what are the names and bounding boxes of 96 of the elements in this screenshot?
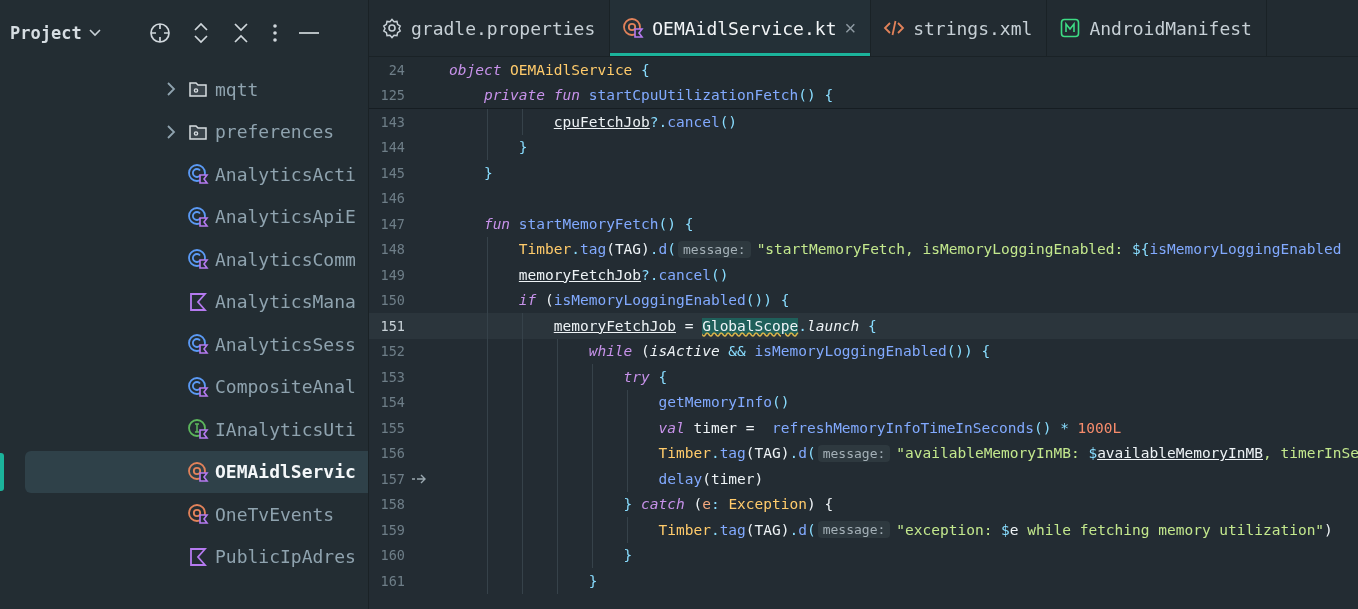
line-number: 151 bbox=[379, 317, 405, 334]
tree-item-label: AnalyticsSess bbox=[215, 333, 356, 355]
locate-button[interactable] bbox=[147, 21, 172, 45]
class-icon bbox=[187, 248, 209, 271]
tree-item-label: IAnalyticsUti bbox=[215, 418, 356, 440]
code-line: cpuFetchJob?.cancel() bbox=[449, 109, 738, 135]
tree-item[interactable]: AnalyticsComm bbox=[25, 238, 368, 281]
kotlin-file-icon bbox=[187, 545, 209, 568]
parameter-hint: message: bbox=[678, 240, 751, 258]
code-line: Timber.tag(TAG).d( message: "exception: $e while fetching memory utilization") bbox=[449, 517, 1333, 543]
chevron-right-icon bbox=[165, 81, 177, 98]
line-number: 155 bbox=[379, 419, 405, 436]
editor-tab[interactable]: AndroidManifest bbox=[1047, 0, 1267, 56]
line-number: 24 bbox=[387, 61, 405, 78]
tree-item-label: mqtt bbox=[215, 78, 259, 100]
code-line: } bbox=[482, 163, 493, 183]
code-line: } bbox=[449, 568, 598, 594]
class-icon bbox=[187, 333, 209, 356]
line-number: 157 bbox=[379, 470, 405, 487]
code-line: fun startMemoryFetch() { bbox=[482, 214, 694, 234]
tree-item-label: AnalyticsApiE bbox=[215, 206, 356, 228]
code-line: } bbox=[449, 542, 633, 568]
line-number: 146 bbox=[379, 190, 405, 207]
line-number: 161 bbox=[379, 572, 405, 589]
code-line: object OEMAidlService { bbox=[449, 60, 650, 80]
code-line: while (isActive && isMemoryLoggingEnabled()) { bbox=[449, 338, 991, 364]
line-number: 153 bbox=[379, 368, 405, 385]
project-view-selector[interactable]: Project bbox=[10, 23, 102, 43]
line-number: 152 bbox=[379, 343, 405, 360]
tab-label: AndroidManifest bbox=[1089, 17, 1252, 39]
tree-item[interactable]: OneTvEvents bbox=[25, 493, 368, 536]
line-number: 156 bbox=[379, 445, 405, 462]
line-number: 159 bbox=[379, 521, 405, 538]
kotlin-file-icon bbox=[187, 290, 209, 313]
code-line: } catch (e: Exception) { bbox=[449, 491, 834, 517]
arrow-right-icon bbox=[411, 472, 427, 485]
code-line: delay(timer) bbox=[449, 466, 764, 492]
editor-tab[interactable]: strings.xml bbox=[871, 0, 1048, 56]
line-number: 160 bbox=[379, 547, 405, 564]
line-number: 125 bbox=[379, 87, 405, 104]
tab-label: strings.xml bbox=[913, 17, 1033, 39]
class-icon bbox=[187, 205, 209, 228]
code-line: try { bbox=[449, 364, 668, 390]
tree-item-label: OneTvEvents bbox=[215, 503, 335, 525]
tree-item[interactable]: AnalyticsActi bbox=[25, 153, 368, 196]
line-number: 143 bbox=[379, 113, 405, 130]
selection-marker bbox=[0, 452, 4, 491]
tree-item[interactable]: CompositeAnal bbox=[25, 365, 368, 408]
tree-item[interactable]: mqtt bbox=[25, 68, 368, 111]
tree-item-label: AnalyticsActi bbox=[215, 163, 356, 185]
close-tab-button[interactable]: × bbox=[844, 16, 857, 40]
tree-item-label: OEMAidlServic bbox=[215, 461, 356, 483]
tab-label: gradle.properties bbox=[411, 17, 596, 39]
code-line: } bbox=[449, 134, 528, 160]
tree-item[interactable]: IAnalyticsUti bbox=[25, 408, 368, 451]
tree-item-label: AnalyticsComm bbox=[215, 248, 356, 270]
tree-item-label: CompositeAnal bbox=[215, 376, 356, 398]
code-line: val timer = refreshMemoryInfoTimeInSeconds() * 1000L bbox=[449, 415, 1122, 441]
line-number: 158 bbox=[379, 496, 405, 513]
chevron-right-icon bbox=[165, 123, 177, 140]
code-line: Timber.tag(TAG).d( message: "startMemoryFetch, isMemoryLoggingEnabled: ${isMemoryLoggingEnabled bbox=[449, 236, 1342, 262]
object-icon bbox=[622, 17, 645, 39]
manifest-icon bbox=[1059, 17, 1082, 39]
code-line: private fun startCpuUtilizationFetch() { bbox=[482, 86, 834, 106]
class-icon bbox=[187, 163, 209, 186]
gear-icon bbox=[381, 17, 403, 39]
class-icon bbox=[187, 375, 209, 398]
tree-item[interactable]: AnalyticsMana bbox=[25, 280, 368, 323]
code-line: getMemoryInfo() bbox=[449, 389, 790, 415]
tree-item[interactable]: preferences bbox=[25, 110, 368, 153]
code-line: Timber.tag(TAG).d( message: "availableMemoryInMB: $availableMemoryInMB, timerInSe bbox=[449, 440, 1358, 466]
line-number: 144 bbox=[379, 139, 405, 156]
line-number: 145 bbox=[379, 164, 405, 181]
tree-item-label: preferences bbox=[215, 121, 335, 143]
line-number: 150 bbox=[379, 292, 405, 309]
code-line: if (isMemoryLoggingEnabled()) { bbox=[449, 287, 790, 313]
editor-tab[interactable]: OEMAidlService.kt × bbox=[610, 0, 872, 56]
parameter-hint: message: bbox=[817, 521, 891, 539]
interface-icon bbox=[187, 418, 209, 441]
line-number: 147 bbox=[379, 215, 405, 232]
object-icon bbox=[187, 503, 209, 526]
code-line: memoryFetchJob = GlobalScope.launch { bbox=[449, 313, 877, 339]
line-number: 154 bbox=[379, 394, 405, 411]
line-number: 149 bbox=[379, 266, 405, 283]
line-number: 148 bbox=[379, 241, 405, 258]
code-line: memoryFetchJob?.cancel() bbox=[449, 262, 729, 288]
tree-item[interactable]: AnalyticsSess bbox=[25, 323, 368, 366]
object-icon bbox=[187, 460, 209, 483]
chevron-down-icon bbox=[87, 28, 102, 38]
tree-item-label: PublicIpAdres bbox=[215, 546, 356, 568]
tree-item-label: AnalyticsMana bbox=[215, 291, 356, 313]
tree-item[interactable]: AnalyticsApiE bbox=[25, 195, 368, 238]
tab-label: OEMAidlService.kt bbox=[652, 17, 837, 39]
tree-item[interactable]: PublicIpAdres bbox=[25, 535, 368, 578]
minimize-icon bbox=[297, 32, 320, 34]
parameter-hint: message: bbox=[817, 444, 891, 462]
